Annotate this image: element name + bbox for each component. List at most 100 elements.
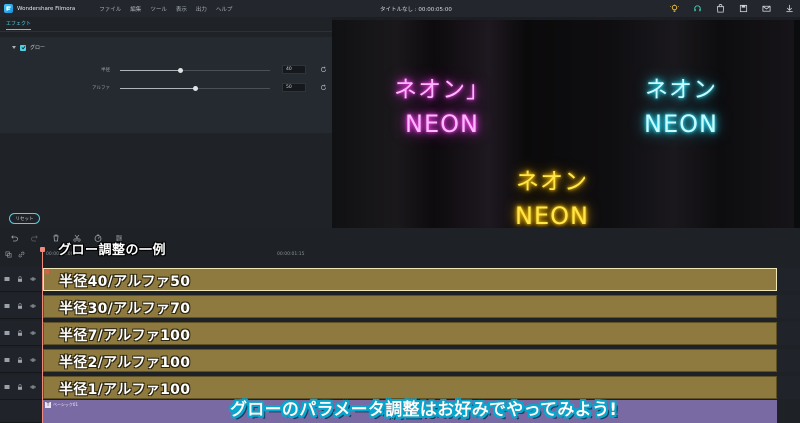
track-type-icon [4,358,10,362]
menu-edit[interactable]: 編集 [130,5,141,13]
menu-tools[interactable]: ツール [150,5,167,13]
track-controls [0,400,43,423]
radius-label: 半径 [101,68,110,73]
title-clip[interactable]: 半径7/アルファ100 [43,322,777,345]
bulb-icon[interactable] [669,3,679,13]
playhead[interactable] [42,249,43,423]
alpha-slider[interactable] [120,85,270,91]
track-controls [0,294,43,319]
track-controls [0,267,43,292]
ruler-mark-time: 00:00:01:15 [277,252,305,257]
track-tail [777,322,800,345]
eye-icon[interactable] [30,303,36,309]
alpha-slider-handle[interactable] [192,85,198,91]
track-tail [777,268,800,291]
document-title: タイトルなし : 00:00:05:00 [380,7,452,13]
title-clip[interactable]: 半径30/アルファ70 [43,295,777,318]
neon-text-en: NEON [644,110,718,138]
clip-label: 半径40/アルファ50 [59,274,191,290]
glow-section-header[interactable]: グロー [12,44,45,51]
title-bar: Wondershare Filmora ファイル 編集 ツール 表示 出力 ヘル… [0,0,800,17]
alpha-reset-icon[interactable] [320,84,327,91]
track-manager-icons [5,251,25,258]
track-controls [0,321,43,346]
track-row: 半径7/アルファ100 [0,321,800,346]
filmora-window: Wondershare Filmora ファイル 編集 ツール 表示 出力 ヘル… [0,0,800,423]
tutorial-caption: グローのパラメータ調整はお好みでやってみよう! [230,400,618,420]
headset-icon[interactable] [692,3,702,13]
menu-view[interactable]: 表示 [176,5,187,13]
lock-icon[interactable] [17,303,23,309]
track-tail [777,349,800,372]
menu-bar: ファイル 編集 ツール 表示 出力 ヘルプ [99,5,232,13]
lock-icon[interactable] [17,384,23,390]
eye-icon[interactable] [30,276,36,282]
lock-icon[interactable] [17,276,23,282]
link-icon[interactable] [18,251,25,258]
track-row: 半径30/アルファ70 [0,294,800,319]
track-controls [0,375,43,400]
track-tail [777,295,800,318]
neon-text-jp: ネオン [515,169,588,195]
text-type-icon: T [45,402,51,408]
chevron-down-icon[interactable] [12,46,16,49]
track-type-icon [4,385,10,389]
lock-icon[interactable] [17,330,23,336]
tab-effects[interactable]: エフェクト [6,20,32,30]
neon-group-pink: ネオン」 NEON [394,70,490,138]
glow-section-label: グロー [30,45,46,51]
menu-file[interactable]: ファイル [99,5,121,13]
neon-text-en: NEON [405,110,479,138]
undo-icon[interactable] [10,234,18,242]
alpha-value-field[interactable]: 50 [282,83,306,92]
effect-settings-panel: エフェクト グロー 半径 40 アルファ 50 リセット [0,17,332,228]
add-track-icon[interactable] [5,251,12,258]
neon-group-yellow: ネオン NEON [515,162,589,230]
radius-reset-icon[interactable] [320,66,327,73]
eye-icon[interactable] [30,357,36,363]
lock-icon[interactable] [17,357,23,363]
track-controls [0,348,43,373]
redo-icon[interactable] [31,234,39,242]
title-clip[interactable]: 半径2/アルファ100 [43,349,777,372]
alpha-label: アルファ [92,86,110,91]
radius-value-field[interactable]: 40 [282,65,306,74]
neon-text-jp: ネオン」 [394,77,490,103]
clip-label: 半径30/アルファ70 [59,301,191,317]
clip-marker [45,270,49,274]
reset-button[interactable]: リセット [9,213,40,224]
download-icon[interactable] [784,3,794,13]
tab-divider [0,31,332,32]
text-clip-name: ベーシック01 [53,402,79,407]
alpha-param: アルファ 50 [0,83,332,93]
track-tail [777,376,800,399]
app-name: Wondershare Filmora [17,5,76,12]
neon-text-en: NEON [515,202,589,230]
radius-slider-handle[interactable] [177,67,183,73]
track-type-icon [4,331,10,335]
clip-label: 半径2/アルファ100 [59,355,191,371]
radius-slider-fill [120,69,180,71]
store-icon[interactable] [715,3,725,13]
mail-icon[interactable] [761,3,771,13]
eye-icon[interactable] [30,330,36,336]
overlay-heading: グロー調整の一例 [58,243,167,258]
eye-icon[interactable] [30,384,36,390]
radius-slider[interactable] [120,67,270,73]
filmora-logo-icon [4,4,13,13]
neon-text-jp: ネオン [644,77,717,103]
menu-help[interactable]: ヘルプ [216,5,233,13]
radius-param: 半径 40 [0,65,332,75]
title-bar-icons [669,3,794,13]
menu-export[interactable]: 出力 [196,5,207,13]
clip-label: 半径1/アルファ100 [59,382,191,398]
alpha-slider-fill [120,87,195,89]
track-row: 半径40/アルファ50 [0,267,800,292]
track-type-icon [4,277,10,281]
glow-enable-checkbox[interactable] [20,44,26,51]
track-row: 半径2/アルファ100 [0,348,800,373]
save-icon[interactable] [738,3,748,13]
timeline-panel: 00:00:00:00 00:00:01:15 グロー調整の一例 半径40/アル… [0,228,800,423]
title-clip[interactable]: 半径40/アルファ50 [43,268,777,291]
track-type-icon [4,304,10,308]
